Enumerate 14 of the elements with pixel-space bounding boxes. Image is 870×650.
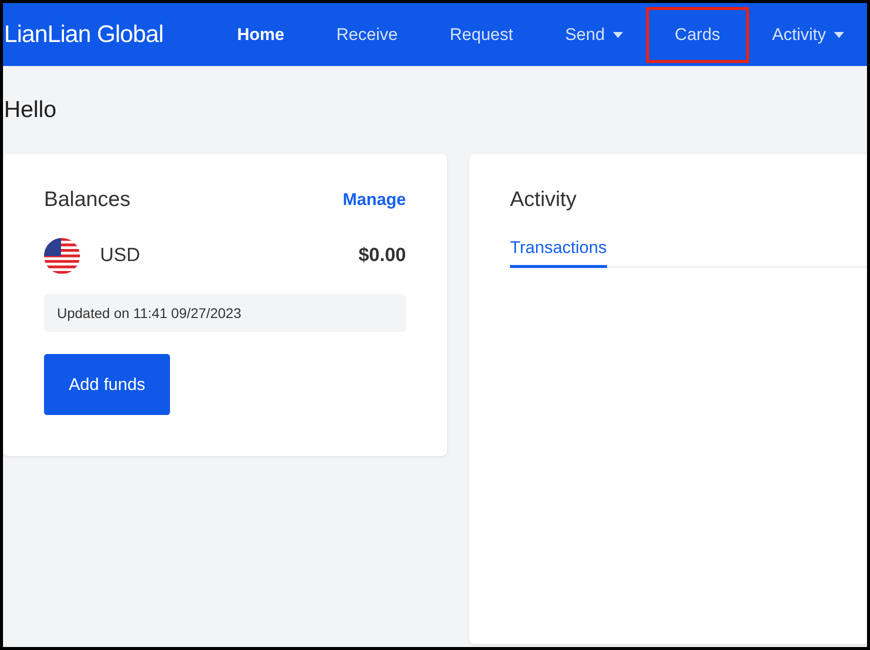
balance-amount: $0.00 bbox=[358, 245, 406, 267]
caret-icon bbox=[834, 32, 844, 38]
currency-code: USD bbox=[100, 245, 142, 267]
nav-link[interactable]: Cards bbox=[646, 6, 750, 62]
card-title: Activity bbox=[510, 188, 578, 212]
updated-timestamp: Updated on 11:41 09/27/2023 bbox=[44, 294, 406, 332]
greeting-heading: Hello bbox=[4, 96, 58, 123]
us-flag-icon bbox=[44, 238, 80, 274]
card-title: Balances bbox=[44, 188, 130, 212]
caret-icon bbox=[612, 32, 623, 38]
add-funds-button[interactable]: Add funds bbox=[44, 354, 170, 415]
brand-logo[interactable]: LianLian Global bbox=[4, 20, 208, 48]
tab[interactable]: Transactions bbox=[510, 238, 607, 268]
manage-link[interactable]: Manage bbox=[342, 190, 406, 210]
